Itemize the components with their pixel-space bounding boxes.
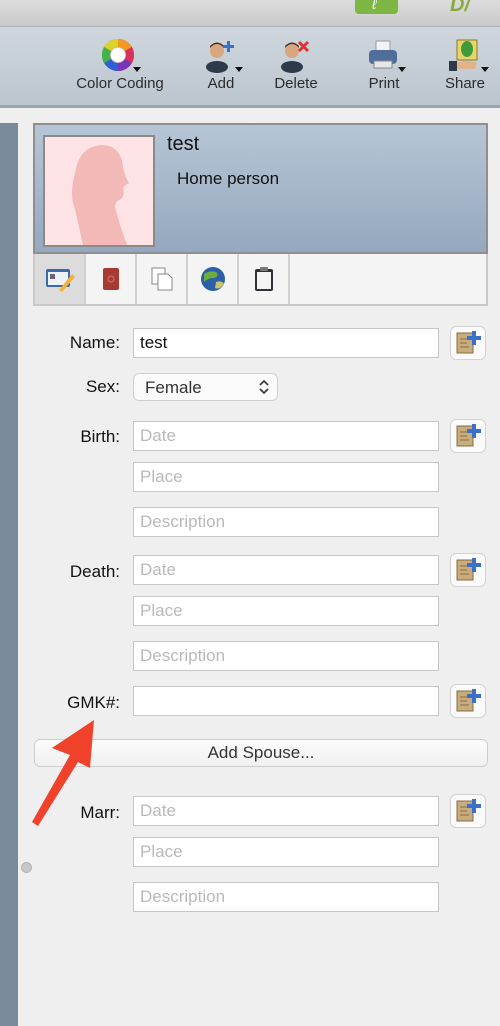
- birth-description-field[interactable]: [133, 507, 439, 537]
- color-coding-label: Color Coding: [76, 75, 164, 92]
- dropdown-caret-icon: [235, 67, 243, 72]
- gmk-field[interactable]: [133, 686, 439, 716]
- marr-date-field[interactable]: [133, 796, 439, 826]
- tab-clipboard[interactable]: [239, 254, 290, 304]
- person-photo[interactable]: [43, 135, 155, 247]
- documents-icon: [151, 267, 172, 291]
- tab-documents[interactable]: [137, 254, 188, 304]
- app-logo-icon: D/: [450, 0, 470, 16]
- app-badge-icon[interactable]: ℓ: [355, 0, 398, 14]
- death-place-field[interactable]: [133, 596, 439, 626]
- sex-value: Female: [145, 378, 202, 397]
- sex-label: Sex:: [85, 377, 120, 396]
- print-button[interactable]: Print: [359, 37, 409, 92]
- delete-person-icon: [276, 37, 316, 73]
- dropdown-caret-icon: [133, 67, 141, 72]
- death-date-field[interactable]: [133, 555, 439, 585]
- share-label: Share: [444, 75, 486, 92]
- toolbar: Color Coding Add Delete Print Share: [0, 27, 500, 108]
- tab-globe[interactable]: [188, 254, 239, 304]
- add-button[interactable]: Add: [196, 37, 246, 92]
- add-spouse-button[interactable]: Add Spouse...: [34, 739, 488, 767]
- add-person-icon: [201, 37, 243, 73]
- scroll-add-icon: [456, 689, 481, 712]
- sidebar-strip: [0, 123, 18, 1026]
- death-description-field[interactable]: [133, 641, 439, 671]
- marr-add-source-button[interactable]: [450, 794, 486, 828]
- marr-description-field[interactable]: [133, 882, 439, 912]
- book-icon: [102, 268, 119, 290]
- delete-label: Delete: [274, 75, 318, 92]
- name-field[interactable]: [133, 328, 439, 358]
- dropdown-caret-icon: [481, 67, 489, 72]
- birth-add-source-button[interactable]: [450, 419, 486, 453]
- gmk-label: GMK#:: [67, 693, 120, 712]
- sex-select[interactable]: Female: [133, 373, 278, 401]
- marr-place-field[interactable]: [133, 837, 439, 867]
- scroll-add-icon: [456, 799, 481, 822]
- home-person-label: Home person: [177, 169, 280, 188]
- detail-tabs: [33, 254, 488, 306]
- scroll-add-icon: [456, 558, 481, 581]
- birth-label: Birth:: [80, 427, 120, 446]
- birth-date-field[interactable]: [133, 421, 439, 451]
- share-button[interactable]: Share: [440, 37, 490, 92]
- tab-book[interactable]: [86, 254, 137, 304]
- tab-edit-person[interactable]: [35, 254, 86, 304]
- edit-person-icon: [45, 269, 75, 292]
- birth-place-field[interactable]: [133, 462, 439, 492]
- printer-icon: [364, 37, 406, 73]
- color-wheel-icon: [100, 37, 141, 73]
- death-add-source-button[interactable]: [450, 553, 486, 587]
- split-view-handle[interactable]: [21, 862, 32, 873]
- globe-icon: [200, 267, 225, 291]
- window-titlebar: ℓ D/: [0, 0, 500, 27]
- add-label: Add: [207, 75, 235, 92]
- dropdown-caret-icon: [398, 67, 406, 72]
- gmk-add-source-button[interactable]: [450, 684, 486, 718]
- scroll-add-icon: [456, 424, 481, 447]
- print-label: Print: [368, 75, 400, 92]
- marr-label: Marr:: [80, 803, 120, 822]
- death-label: Death:: [69, 562, 120, 581]
- name-label: Name:: [69, 333, 120, 352]
- person-card: test Home person: [33, 123, 488, 254]
- scroll-add-icon: [456, 331, 481, 354]
- female-silhouette-icon: [72, 145, 129, 245]
- add-source-button[interactable]: [450, 326, 486, 360]
- clipboard-icon: [254, 267, 273, 291]
- share-tree-icon: [445, 37, 489, 73]
- person-name: test: [167, 133, 200, 155]
- color-coding-button[interactable]: Color Coding: [72, 37, 168, 92]
- delete-button[interactable]: Delete: [268, 37, 324, 92]
- stepper-chevron-icon: [259, 379, 269, 395]
